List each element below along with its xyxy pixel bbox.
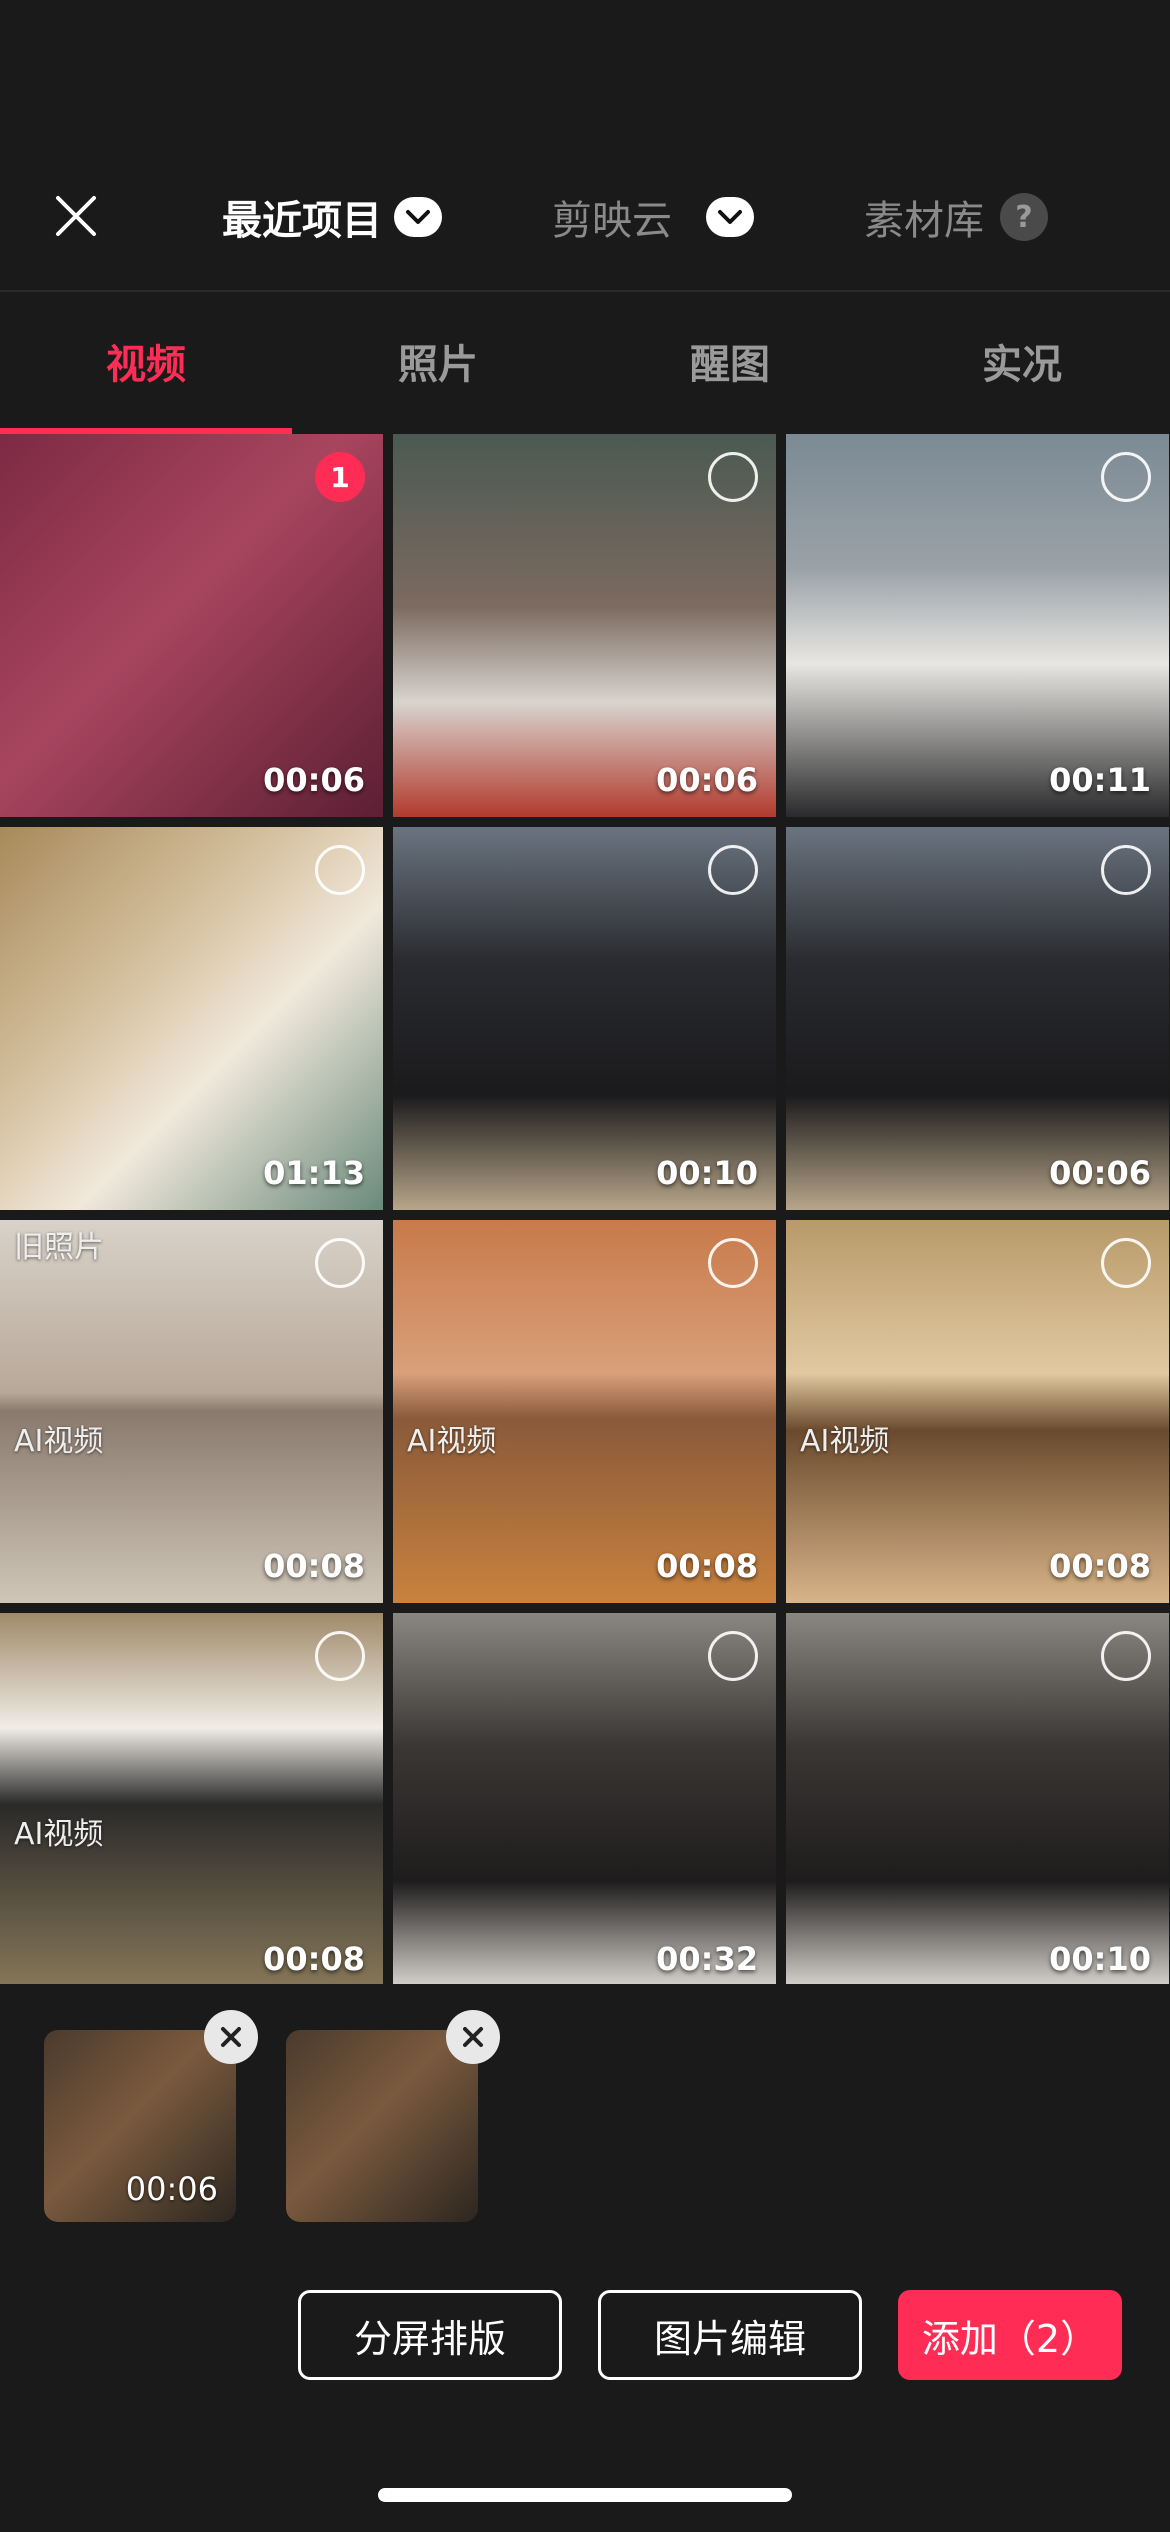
source-tab-label: 素材库 <box>864 198 984 244</box>
selected-tray: 00:06 <box>0 1984 1170 2244</box>
header-divider <box>0 290 1170 292</box>
source-tab-recent[interactable]: 最近项目 <box>222 182 442 252</box>
duration-label: 00:06 <box>263 761 365 799</box>
caption-text: 旧照片 <box>14 1230 104 1265</box>
duration-label: 00:08 <box>1049 1547 1151 1585</box>
duration-label: 00:32 <box>656 1940 758 1978</box>
select-circle[interactable] <box>708 1238 758 1288</box>
image-edit-button[interactable]: 图片编辑 <box>598 2290 862 2380</box>
media-tile[interactable]: 旧照片 AI视频 00:08 <box>0 1220 383 1603</box>
media-grid: 1 00:06 00:06 00:11 01:13 00:10 00:06 旧照… <box>0 434 1170 1984</box>
media-tile[interactable]: 01:13 <box>0 827 383 1210</box>
source-header: 最近项目 剪映云 素材库 ? <box>0 0 1170 290</box>
tab-photo[interactable]: 照片 <box>292 330 584 400</box>
media-tile[interactable]: AI视频 00:08 <box>393 1220 776 1603</box>
select-circle[interactable] <box>1101 845 1151 895</box>
close-icon <box>221 2027 241 2047</box>
duration-label: 00:08 <box>263 1940 365 1978</box>
duration-label: 00:06 <box>656 761 758 799</box>
select-circle[interactable] <box>315 1238 365 1288</box>
media-tile[interactable]: 00:06 <box>393 434 776 817</box>
split-layout-button[interactable]: 分屏排版 <box>298 2290 562 2380</box>
chevron-down-icon <box>706 197 754 237</box>
caption-text: AI视频 <box>407 1424 497 1459</box>
help-icon[interactable]: ? <box>1000 193 1048 241</box>
select-circle[interactable] <box>315 1631 365 1681</box>
media-tile[interactable]: 00:11 <box>786 434 1169 817</box>
select-circle[interactable] <box>708 1631 758 1681</box>
media-tile[interactable]: AI视频 00:08 <box>786 1220 1169 1603</box>
caption-text: AI视频 <box>14 1817 104 1852</box>
tab-live[interactable]: 实况 <box>876 330 1168 400</box>
source-tab-cloud[interactable]: 剪映云 <box>552 182 754 252</box>
select-circle[interactable] <box>1101 452 1151 502</box>
source-tab-label: 剪映云 <box>552 198 672 244</box>
selected-thumbnail[interactable]: 00:06 <box>44 2030 236 2222</box>
duration-label: 00:11 <box>1049 761 1151 799</box>
tab-xingtu[interactable]: 醒图 <box>584 330 876 400</box>
select-circle[interactable] <box>708 452 758 502</box>
media-tile[interactable]: 1 00:06 <box>0 434 383 817</box>
tab-video[interactable]: 视频 <box>0 330 292 400</box>
duration-label: 00:08 <box>656 1547 758 1585</box>
media-tile[interactable]: AI视频 00:08 <box>0 1613 383 1984</box>
select-circle[interactable] <box>1101 1631 1151 1681</box>
duration-label: 00:08 <box>263 1547 365 1585</box>
remove-button[interactable] <box>204 2010 258 2064</box>
remove-button[interactable] <box>446 2010 500 2064</box>
select-circle[interactable] <box>315 845 365 895</box>
duration-label: 01:13 <box>263 1154 365 1192</box>
selected-thumbnail[interactable] <box>286 2030 478 2222</box>
selection-badge[interactable]: 1 <box>315 452 365 502</box>
media-tile[interactable]: 00:32 <box>393 1613 776 1984</box>
add-button[interactable]: 添加（2） <box>898 2290 1122 2380</box>
select-circle[interactable] <box>1101 1238 1151 1288</box>
duration-label: 00:06 <box>125 2170 218 2208</box>
duration-label: 00:06 <box>1049 1154 1151 1192</box>
media-tile[interactable]: 00:06 <box>786 827 1169 1210</box>
chevron-down-icon <box>394 197 442 237</box>
duration-label: 00:10 <box>1049 1940 1151 1978</box>
media-tile[interactable]: 00:10 <box>786 1613 1169 1984</box>
source-tab-label: 最近项目 <box>222 198 382 244</box>
duration-label: 00:10 <box>656 1154 758 1192</box>
media-picker-screen: 最近项目 剪映云 素材库 ? 视频 照片 醒图 实况 1 00:06 00:06… <box>0 0 1170 2532</box>
close-icon <box>463 2027 483 2047</box>
caption-text: AI视频 <box>800 1424 890 1459</box>
media-tile[interactable]: 00:10 <box>393 827 776 1210</box>
caption-text: AI视频 <box>14 1424 104 1459</box>
select-circle[interactable] <box>708 845 758 895</box>
close-button[interactable] <box>40 180 112 252</box>
close-icon <box>56 196 96 236</box>
source-tab-library[interactable]: 素材库 ? <box>864 182 1048 252</box>
home-indicator <box>378 2488 792 2502</box>
